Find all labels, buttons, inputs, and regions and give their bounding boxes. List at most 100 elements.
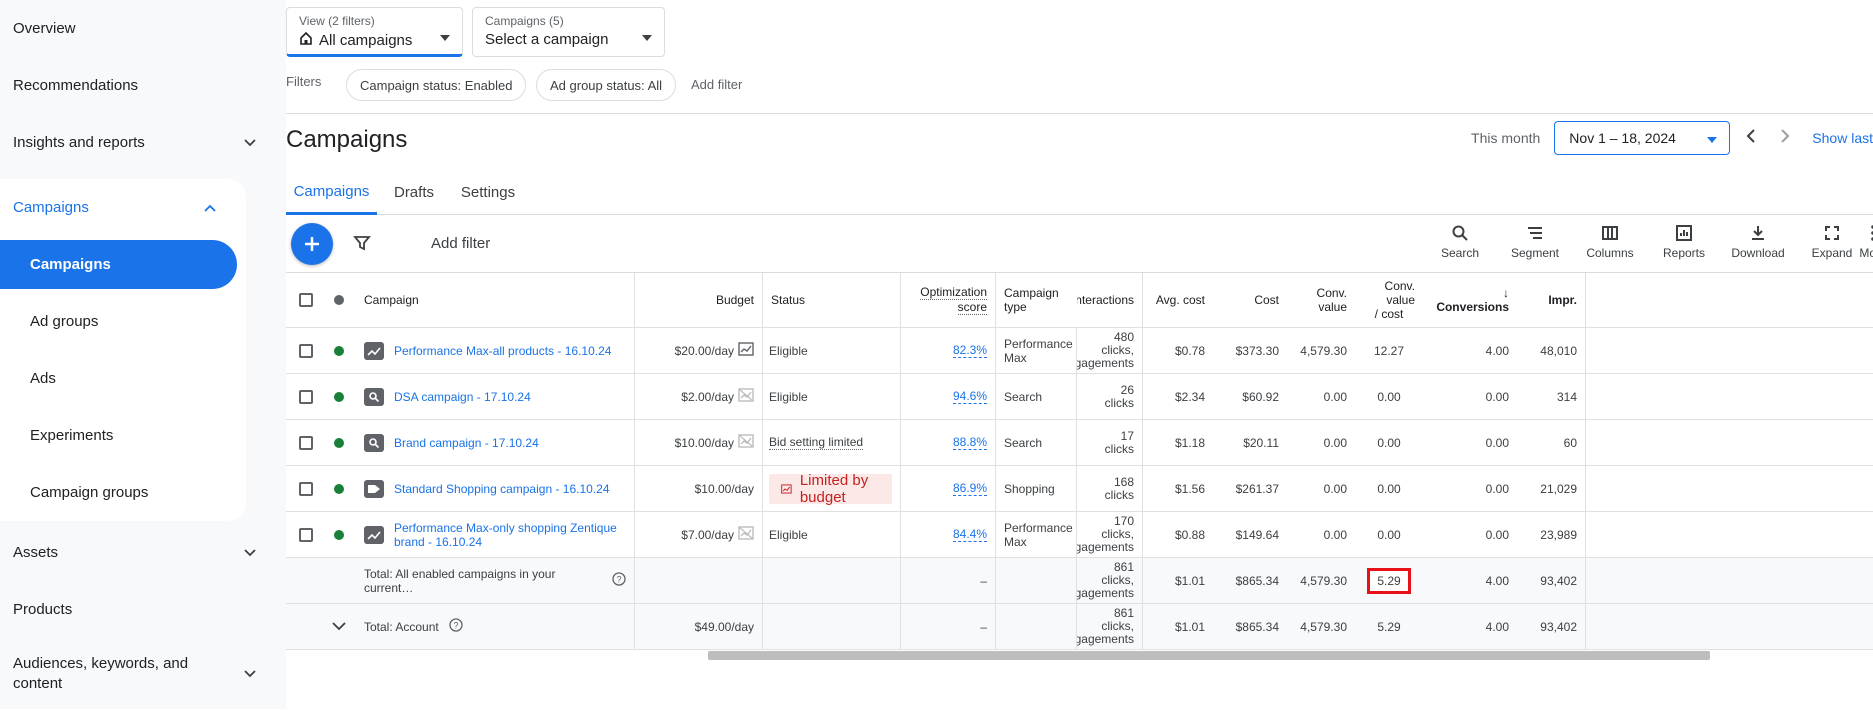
caret-down-icon: [440, 28, 450, 46]
add-filter-link[interactable]: Add filter: [691, 77, 742, 92]
help-icon[interactable]: ?: [449, 618, 463, 635]
campaign-name-link[interactable]: Performance Max-only shopping Zentique b…: [394, 521, 626, 549]
optimization-score-link[interactable]: 94.6%: [952, 389, 987, 404]
budget-value[interactable]: $10.00/day: [695, 482, 754, 496]
optimization-score-link[interactable]: 84.4%: [952, 527, 987, 542]
budget-chart-icon[interactable]: [734, 342, 754, 359]
interactions-unit-2: engagements: [1077, 586, 1134, 600]
sidebar-subitem-ads[interactable]: Ads: [0, 350, 246, 407]
row-checkbox[interactable]: [299, 343, 313, 358]
campaign-select-dropdown[interactable]: Campaigns (5) Select a campaign: [472, 7, 665, 57]
column-header-budget[interactable]: Budget: [716, 293, 754, 307]
segment-tool-button[interactable]: Segment: [1498, 224, 1572, 260]
sidebar-item-overview[interactable]: Overview: [0, 0, 286, 57]
sidebar-item-campaigns-section[interactable]: Campaigns: [0, 179, 246, 236]
tab-drafts[interactable]: Drafts: [384, 170, 444, 215]
page-title: Campaigns: [286, 126, 408, 153]
budget-chart-icon[interactable]: [734, 526, 754, 543]
select-all-checkbox[interactable]: [299, 293, 313, 307]
enabled-status-icon[interactable]: [334, 391, 344, 402]
column-header-conv-value[interactable]: Conv. value: [1295, 286, 1347, 314]
sidebar-item-recommendations[interactable]: Recommendations: [0, 57, 286, 114]
previous-period-icon[interactable]: [1746, 128, 1756, 149]
column-header-conv-value-per-cost[interactable]: Conv. value / cost: [1363, 279, 1415, 321]
campaign-select-value: Select a campaign: [485, 31, 609, 48]
enabled-status-icon[interactable]: [334, 345, 344, 356]
avg-value: $1.01: [1174, 573, 1205, 588]
sidebar-subitem-campaigns[interactable]: Campaigns: [0, 240, 237, 289]
row-checkbox[interactable]: [299, 435, 313, 450]
optimization-score-link[interactable]: 86.9%: [952, 481, 987, 496]
more-tool-button[interactable]: More: [1850, 224, 1873, 260]
budget-value[interactable]: $10.00/day: [675, 436, 734, 450]
sidebar-item-products[interactable]: Products: [0, 581, 286, 638]
view-dropdown[interactable]: View (2 filters) All campaigns: [286, 7, 463, 57]
budget-value[interactable]: $20.00/day: [675, 344, 734, 358]
column-header-cost[interactable]: Cost: [1254, 293, 1279, 307]
column-header-interactions[interactable]: Interactions: [1077, 293, 1134, 307]
chevron-down-icon[interactable]: [332, 620, 346, 634]
search-icon: [1452, 225, 1468, 241]
campaign-name-link[interactable]: DSA campaign - 17.10.24: [394, 390, 531, 404]
sidebar-item-assets[interactable]: Assets: [0, 524, 286, 581]
budget-chart-icon[interactable]: [734, 434, 754, 451]
search-tool-button[interactable]: Search: [1423, 224, 1497, 260]
cost-value: $865.34: [1235, 573, 1279, 588]
optimization-score-link[interactable]: 88.8%: [952, 435, 987, 450]
add-campaign-button[interactable]: [291, 223, 333, 265]
horizontal-scrollbar[interactable]: [708, 651, 1710, 660]
tab-campaigns[interactable]: Campaigns: [286, 170, 377, 215]
total-enabled-row: Total: All enabled campaigns in your cur…: [286, 558, 1873, 604]
column-header-avg-cost[interactable]: Avg. cost: [1156, 293, 1205, 307]
conv-value: 4.00: [1485, 619, 1509, 634]
download-tool-button[interactable]: Download: [1721, 224, 1795, 260]
download-icon: [1752, 226, 1764, 240]
budget-value[interactable]: $2.00/day: [681, 390, 734, 404]
filter-chip-ad-group-status[interactable]: Ad group status: All: [536, 69, 677, 101]
limited-by-budget-badge[interactable]: Limited by budget: [769, 472, 892, 506]
row-checkbox[interactable]: [299, 527, 313, 542]
row-checkbox[interactable]: [299, 481, 313, 496]
enabled-status-icon[interactable]: [334, 483, 344, 494]
enabled-status-icon[interactable]: [334, 437, 344, 448]
campaign-name-link[interactable]: Standard Shopping campaign - 16.10.24: [394, 482, 610, 496]
sidebar-subitem-experiments[interactable]: Experiments: [0, 407, 246, 464]
next-period-icon[interactable]: [1780, 128, 1790, 149]
budget-value[interactable]: $7.00/day: [681, 528, 734, 542]
total-account-row: Total: Account? $49.00/day – 861clicks,enga…: [286, 604, 1873, 650]
sidebar-subitem-campaign-groups[interactable]: Campaign groups: [0, 464, 246, 521]
column-header-campaign[interactable]: Campaign: [364, 293, 419, 307]
columns-tool-button[interactable]: Columns: [1573, 224, 1647, 260]
table-row: Standard Shopping campaign - 16.10.24 $10…: [286, 466, 1873, 512]
optimization-score-link[interactable]: 82.3%: [952, 343, 987, 358]
show-last-link[interactable]: Show last: [1812, 130, 1873, 146]
sidebar-item-insights[interactable]: Insights and reports: [0, 114, 286, 171]
caret-down-icon: [642, 28, 652, 46]
status-text[interactable]: Bid setting limited: [769, 435, 864, 450]
date-range-picker[interactable]: Nov 1 – 18, 2024: [1554, 121, 1731, 155]
filter-chip-campaign-status[interactable]: Campaign status: Enabled: [346, 69, 527, 101]
campaign-name-link[interactable]: Performance Max-all products - 16.10.24: [394, 344, 611, 358]
campaign-name-link[interactable]: Brand campaign - 17.10.24: [394, 436, 539, 450]
help-icon[interactable]: ?: [612, 572, 626, 589]
column-header-campaign-type[interactable]: Campaign type: [1004, 286, 1059, 314]
filter-funnel-icon[interactable]: [353, 234, 371, 257]
budget-chart-icon[interactable]: [734, 388, 754, 405]
column-header-impressions[interactable]: Impr.: [1548, 293, 1577, 307]
status-text: Eligible: [769, 343, 808, 358]
column-header-optimization-score[interactable]: Optimization score: [920, 285, 987, 315]
sidebar-subitem-ad-groups[interactable]: Ad groups: [0, 293, 246, 350]
column-header-conversions[interactable]: ↓ Conversions: [1431, 286, 1509, 314]
campaigns-table: Campaign Budget Status Optimization score Cam…: [286, 273, 1873, 650]
reports-tool-button[interactable]: Reports: [1647, 224, 1721, 260]
tab-settings[interactable]: Settings: [454, 170, 522, 215]
column-header-status[interactable]: Status: [771, 293, 805, 307]
enabled-status-icon[interactable]: [334, 529, 344, 540]
cv-value: 0.00: [1323, 435, 1347, 450]
sidebar-item-audiences[interactable]: Audiences, keywords, and content: [0, 638, 286, 710]
page-tabs: Campaigns Drafts Settings: [286, 170, 1873, 215]
cost-value: $149.64: [1235, 527, 1279, 542]
row-checkbox[interactable]: [299, 389, 313, 404]
campaign-select-caption: Campaigns (5): [485, 14, 564, 28]
add-filter-input[interactable]: Add filter: [431, 235, 490, 252]
